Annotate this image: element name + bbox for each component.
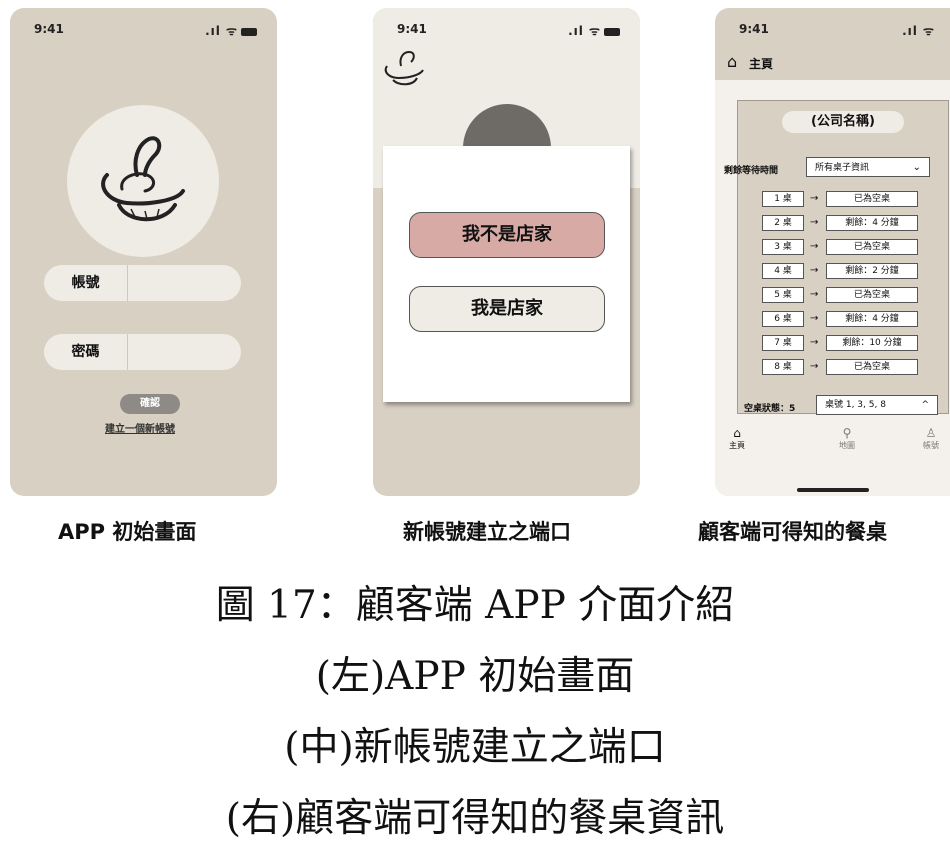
page-header: ⌂ 主頁 — [715, 48, 950, 80]
tab-home[interactable]: ⌂ 主頁 — [729, 426, 745, 451]
arrow-right-icon: → — [810, 217, 819, 228]
arrow-right-icon: → — [810, 313, 819, 324]
not-store-owner-button[interactable]: 我不是店家 — [409, 212, 605, 258]
tab-map-label: 地圖 — [839, 441, 855, 450]
figure-title: 圖 17：顧客端 APP 介面介紹 — [215, 583, 735, 628]
table-status: 剩餘：4 分鐘 — [826, 311, 918, 327]
arrow-right-icon: → — [810, 337, 819, 348]
table-select[interactable]: 所有桌子資訊 ⌄ — [806, 157, 930, 177]
table-number: 8 桌 — [762, 359, 804, 375]
tab-account-label: 帳號 — [923, 441, 939, 450]
signal-wifi-icon: .ıl ᯤ — [902, 24, 935, 38]
arrow-right-icon: → — [810, 265, 819, 276]
table-number: 5 桌 — [762, 287, 804, 303]
status-time: 9:41 — [739, 22, 769, 36]
arrow-right-icon: → — [810, 289, 819, 300]
phone-account-type-screen: 9:41 .ıl ᯤ 我不是店家 我是店家 — [373, 8, 640, 496]
create-account-link[interactable]: 建立一個新帳號 — [105, 420, 175, 435]
table-number: 2 桌 — [762, 215, 804, 231]
arrow-right-icon: → — [810, 361, 819, 372]
signal-wifi-icon: .ıl ᯤ — [205, 24, 238, 38]
phone-login-screen: 9:41 .ıl ᯤ 帳號 密碼 確認 建立一個新帳號 — [10, 8, 277, 496]
logo-circle — [67, 105, 219, 257]
main-content: (公司名稱) 剩餘等待時間 所有桌子資訊 ⌄ 1 桌 → 已為空桌 2 桌 → 剩餘：4… — [715, 80, 950, 496]
status-time: 9:41 — [34, 22, 64, 36]
arrow-right-icon: → — [810, 241, 819, 252]
table-select-value: 所有桌子資訊 — [815, 163, 870, 173]
mortar-logo-icon — [101, 136, 185, 222]
battery-icon — [241, 27, 257, 36]
account-type-dialog: 我不是店家 我是店家 — [383, 146, 630, 402]
home-icon: ⌂ — [733, 426, 741, 440]
caption-left: APP 初始畫面 — [58, 520, 197, 544]
map-icon: ⚲ — [842, 426, 852, 440]
status-time: 9:41 — [397, 22, 427, 36]
page-title: 主頁 — [749, 57, 774, 71]
chevron-up-icon: ^ — [921, 400, 929, 410]
caption-middle: 新帳號建立之端口 — [403, 520, 571, 544]
table-status: 已為空桌 — [826, 287, 918, 303]
confirm-button[interactable]: 確認 — [120, 394, 180, 414]
table-number: 7 桌 — [762, 335, 804, 351]
tab-account[interactable]: ♙ 帳號 — [923, 426, 939, 451]
table-status: 剩餘：2 分鐘 — [826, 263, 918, 279]
store-owner-button[interactable]: 我是店家 — [409, 286, 605, 332]
tab-home-label: 主頁 — [729, 441, 745, 450]
empty-tables-value: 桌號 1, 3, 5, 8 — [825, 400, 886, 410]
account-icon: ♙ — [925, 426, 937, 440]
mortar-logo-icon — [384, 50, 424, 86]
empty-tables-select[interactable]: 桌號 1, 3, 5, 8 ^ — [816, 395, 938, 415]
arrow-right-icon: → — [810, 193, 819, 204]
phone-table-info-screen: 9:41 .ıl ᯤ ⌂ 主頁 (公司名稱) 剩餘等待時間 所有桌子資訊 ⌄ 1… — [715, 8, 950, 496]
tab-map[interactable]: ⚲ 地圖 — [839, 426, 855, 451]
figure-line-right: (右)顧客端可得知的餐桌資訊 — [225, 796, 725, 841]
account-field[interactable]: 帳號 — [44, 265, 241, 301]
status-bar: 9:41 .ıl ᯤ — [739, 22, 935, 39]
table-status: 已為空桌 — [826, 239, 918, 255]
table-status: 已為空桌 — [826, 191, 918, 207]
table-status: 剩餘：4 分鐘 — [826, 215, 918, 231]
battery-icon — [604, 27, 620, 36]
password-field[interactable]: 密碼 — [44, 334, 241, 370]
table-status: 剩餘：10 分鐘 — [826, 335, 918, 351]
table-number: 3 桌 — [762, 239, 804, 255]
company-name: (公司名稱) — [782, 111, 904, 133]
chevron-down-icon: ⌄ — [912, 162, 921, 173]
home-indicator — [797, 488, 869, 492]
signal-wifi-icon: .ıl ᯤ — [568, 24, 601, 38]
caption-right: 顧客端可得知的餐桌 — [698, 520, 887, 544]
table-number: 1 桌 — [762, 191, 804, 207]
table-number: 4 桌 — [762, 263, 804, 279]
status-bar: 9:41 .ıl ᯤ — [34, 22, 257, 39]
password-label: 密碼 — [44, 334, 128, 370]
home-icon[interactable]: ⌂ — [727, 52, 737, 71]
table-number: 6 桌 — [762, 311, 804, 327]
table-status: 已為空桌 — [826, 359, 918, 375]
empty-status-label: 空桌狀態：5 — [744, 404, 796, 414]
figure-line-left: (左)APP 初始畫面 — [315, 654, 635, 699]
wait-time-label: 剩餘等待時間 — [724, 166, 779, 176]
status-bar: 9:41 .ıl ᯤ — [397, 22, 620, 39]
table-info-panel: (公司名稱) 剩餘等待時間 所有桌子資訊 ⌄ 1 桌 → 已為空桌 2 桌 → 剩餘：4… — [724, 100, 949, 415]
account-label: 帳號 — [44, 265, 128, 301]
figure-line-middle: (中)新帳號建立之端口 — [284, 725, 666, 770]
